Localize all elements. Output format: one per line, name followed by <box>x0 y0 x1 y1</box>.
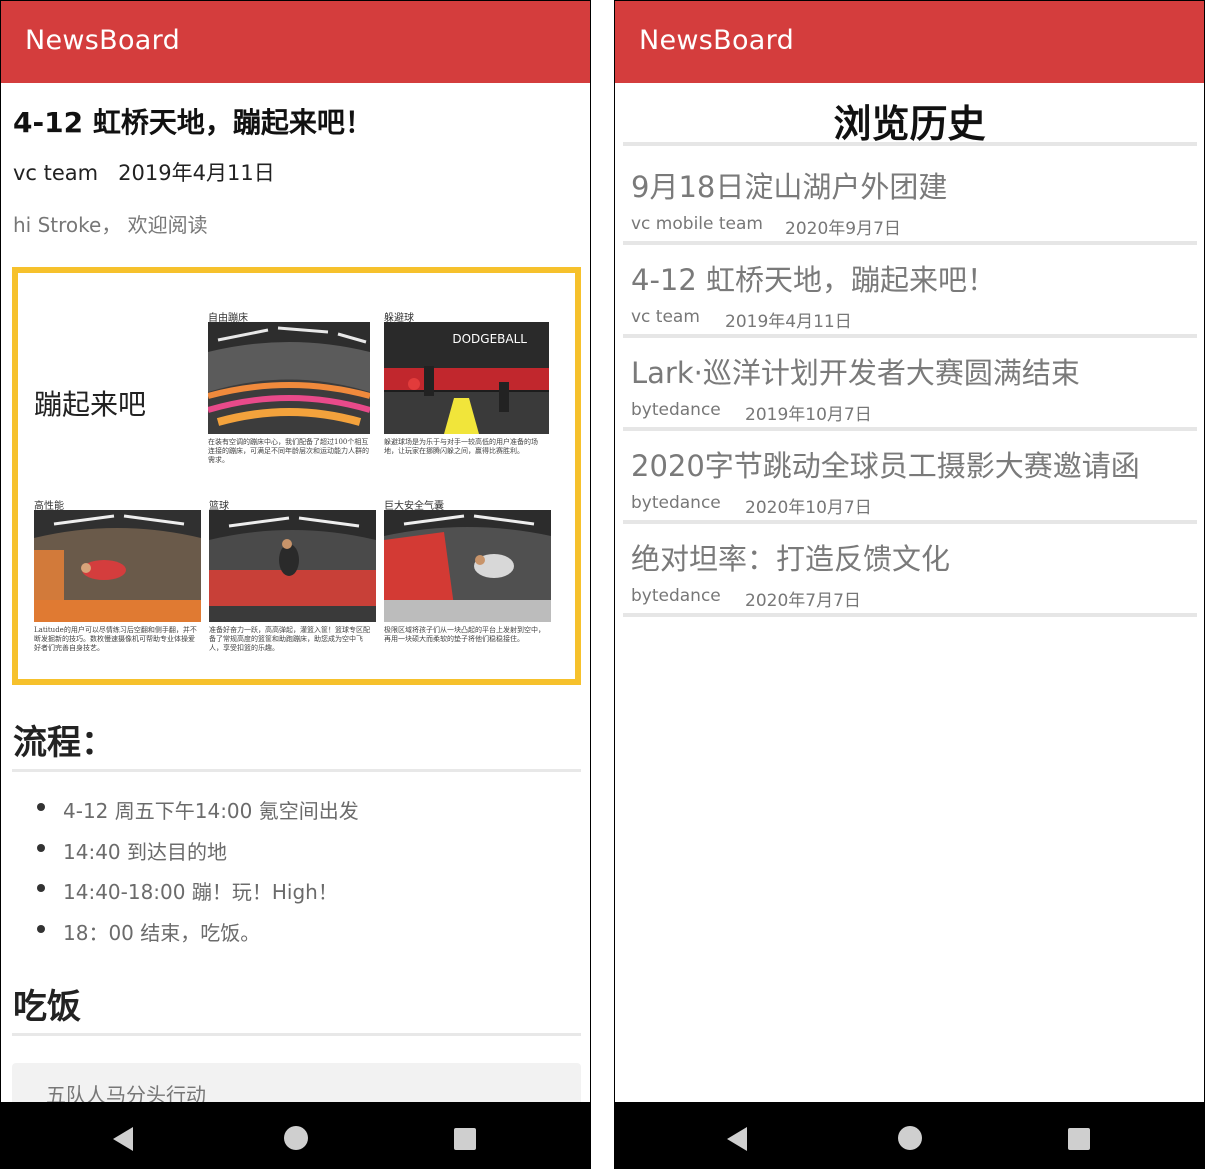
article-title: 4-12 虹桥天地，蹦起来吧！ <box>13 106 373 139</box>
airbag-photo-graphic <box>384 510 551 622</box>
list-item: 14:40-18:00 蹦！玩！High！ <box>37 876 359 917</box>
panel-label: 篮球 <box>209 501 229 512</box>
poster-panel: 巨大安全气囊 极限区域将孩子们从一块凸起的平台上发射到空中，再用一块硕大而柔软的… <box>384 497 551 644</box>
history-item-title: 9月18日淀山湖户外团建 <box>631 170 948 204</box>
app-bar: NewsBoard <box>615 1 1204 83</box>
article-image: 蹦起来吧 自由蹦床 在装有空调的蹦床中心，我们配备了超过100个相互连接的蹦床，… <box>12 267 581 685</box>
section-divider <box>12 769 581 772</box>
list-item: 14:40 到达目的地 <box>37 836 359 877</box>
trampoline-photo-graphic <box>208 322 370 434</box>
dodgeball-photo: DODGEBALL <box>384 322 549 434</box>
poster-headline: 蹦起来吧 <box>34 388 147 421</box>
history-item-title: 绝对坦率：打造反馈文化 <box>631 542 951 576</box>
poster-panel: 篮球 准备好奋力一跃，高高弹起，灌篮入筐！篮球专区配备了常规高度的篮筐和助跑蹦床… <box>209 497 376 653</box>
system-nav-bar <box>1 1102 590 1168</box>
title-divider <box>623 142 1197 146</box>
history-item[interactable]: Lark·巡洋计划开发者大赛圆满结束 bytedance 2019年10月7日 <box>623 334 1197 427</box>
history-item-title: 2020字节跳动全球员工摄影大赛邀请函 <box>631 449 1140 483</box>
article-meta: vc team 2019年4月11日 <box>13 157 275 187</box>
performance-photo <box>34 510 201 622</box>
history-item-date: 2019年10月7日 <box>745 405 872 425</box>
history-item-author: vc mobile team <box>631 214 763 234</box>
history-item-title: Lark·巡洋计划开发者大赛圆满结束 <box>631 356 1080 390</box>
recents-square-icon[interactable] <box>1068 1128 1090 1150</box>
panel-caption: 躲避球场是为乐于与对手一较高低的用户准备的场地，让玩家在挪腾闪躲之间，赢得比赛胜… <box>384 438 538 455</box>
back-triangle-icon[interactable] <box>727 1127 747 1151</box>
history-item-date: 2020年9月7日 <box>785 219 901 239</box>
poster-panel: 自由蹦床 在装有空调的蹦床中心，我们配备了超过100个相互连接的蹦床，可满足不同… <box>208 309 370 465</box>
panel-caption: Latitude的用户可以尽情练习后空翻和侧手翻，并不断发掘新的技巧。数枚慢速摄… <box>34 626 197 652</box>
blockquote: 五队人马分头行动 <box>12 1063 581 1104</box>
section-heading-flow: 流程： <box>13 723 115 763</box>
list-item: 4-12 周五下午14:00 氪空间出发 <box>37 795 359 836</box>
performance-photo-graphic <box>34 510 201 622</box>
history-item-author: bytedance <box>631 400 721 420</box>
item-divider <box>623 613 1197 617</box>
poster-panel: 高性能 Latitude的用户可以尽情练习后空翻和侧手翻，并不断发掘新的技巧。数… <box>34 497 201 653</box>
section-divider <box>12 1033 581 1036</box>
history-item[interactable]: 绝对坦率：打造反馈文化 bytedance 2020年7月7日 <box>623 520 1197 613</box>
history-item[interactable]: 4-12 虹桥天地，蹦起来吧！ vc team 2019年4月11日 <box>623 241 1197 334</box>
history-item-date: 2019年4月11日 <box>725 312 852 332</box>
section-heading-meal: 吃饭 <box>13 987 81 1027</box>
panel-caption: 在装有空调的蹦床中心，我们配备了超过100个相互连接的蹦床，可满足不同年龄层次和… <box>208 438 369 464</box>
app-title: NewsBoard <box>639 25 795 56</box>
history-item-author: bytedance <box>631 493 721 513</box>
recents-square-icon[interactable] <box>454 1128 476 1150</box>
article-screen: NewsBoard 4-12 虹桥天地，蹦起来吧！ vc team 2019年4… <box>0 0 591 1169</box>
history-item[interactable]: 2020字节跳动全球员工摄影大赛邀请函 bytedance 2020年10月7日 <box>623 427 1197 520</box>
home-circle-icon[interactable] <box>898 1126 922 1150</box>
app-title: NewsBoard <box>25 25 181 56</box>
system-nav-bar <box>615 1102 1204 1168</box>
panel-label: 自由蹦床 <box>208 313 248 324</box>
panel-label: 高性能 <box>34 501 64 512</box>
greeting-text: hi Stroke， 欢迎阅读 <box>13 213 208 237</box>
panel-caption: 准备好奋力一跃，高高弹起，灌篮入筐！篮球专区配备了常规高度的篮筐和助跑蹦床，助您… <box>209 626 370 652</box>
article-author: vc team <box>13 161 99 185</box>
trampoline-photo <box>208 322 370 434</box>
basketball-photo-graphic <box>209 510 376 622</box>
poster-panel: 躲避球 DODGEBALL 躲避球场是为乐于与对手一较高低的用户准备的场地，让玩… <box>384 309 549 456</box>
history-item[interactable]: 9月18日淀山湖户外团建 vc mobile team 2020年9月7日 <box>623 148 1197 241</box>
panel-caption: 极限区域将孩子们从一块凸起的平台上发射到空中，再用一块硕大而柔软的垫子将他们稳稳… <box>384 626 545 643</box>
article-content[interactable]: 4-12 虹桥天地，蹦起来吧！ vc team 2019年4月11日 hi St… <box>1 83 590 1104</box>
back-triangle-icon[interactable] <box>113 1127 133 1151</box>
blockquote-text: 五队人马分头行动 <box>46 1083 206 1104</box>
article-date: 2019年4月11日 <box>118 161 275 185</box>
app-bar: NewsBoard <box>1 1 590 83</box>
airbag-photo <box>384 510 551 622</box>
dodgeball-sign: DODGEBALL <box>452 332 527 346</box>
page-title: 浏览历史 <box>833 102 986 146</box>
panel-label: 躲避球 <box>384 313 414 324</box>
history-item-author: bytedance <box>631 586 721 606</box>
history-item-title: 4-12 虹桥天地，蹦起来吧！ <box>631 263 997 297</box>
history-screen: NewsBoard 浏览历史 9月18日淀山湖户外团建 vc mobile te… <box>614 0 1205 1169</box>
home-circle-icon[interactable] <box>284 1126 308 1150</box>
basketball-photo <box>209 510 376 622</box>
panel-label: 巨大安全气囊 <box>384 501 444 512</box>
history-item-date: 2020年10月7日 <box>745 498 872 518</box>
history-item-date: 2020年7月7日 <box>745 591 861 611</box>
list-item: 18：00 结束，吃饭。 <box>37 917 359 958</box>
flow-list: 4-12 周五下午14:00 氪空间出发 14:40 到达目的地 14:40-1… <box>37 795 359 957</box>
history-item-author: vc team <box>631 307 700 327</box>
